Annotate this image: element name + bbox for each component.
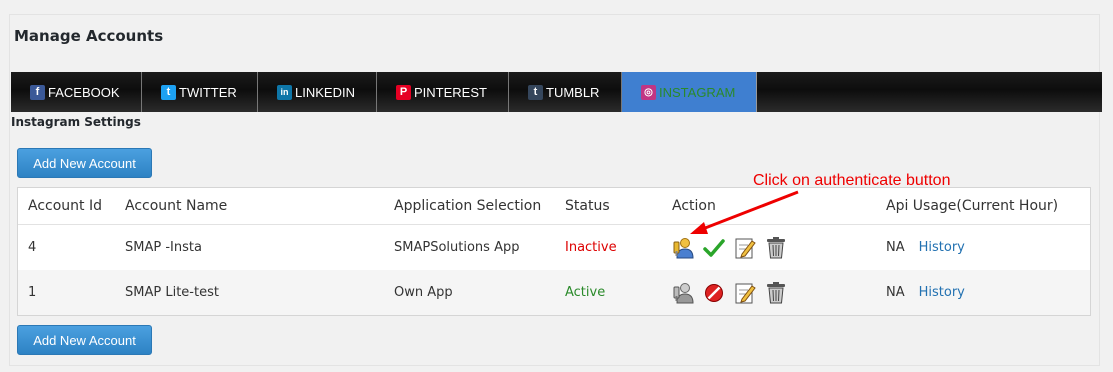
table-header: Account Id Account Name Application Sele…: [18, 188, 1090, 225]
action-icons: [672, 281, 796, 305]
tab-linkedin[interactable]: in LINKEDIN: [258, 72, 377, 112]
linkedin-icon: in: [277, 84, 292, 100]
trash-icon[interactable]: [765, 281, 787, 305]
twitter-icon: t: [161, 84, 176, 100]
instagram-icon: ◎: [641, 84, 656, 100]
annotation-arrow: [690, 190, 799, 234]
tab-label: PINTEREST: [414, 84, 487, 100]
account-id: 4: [28, 240, 37, 255]
tab-facebook[interactable]: f FACEBOOK: [11, 72, 142, 112]
api-usage: NA History: [886, 240, 965, 255]
account-id: 1: [28, 285, 37, 300]
usage-value: NA: [886, 285, 905, 300]
tab-label: LINKEDIN: [295, 84, 355, 100]
tab-label: INSTAGRAM: [659, 84, 736, 100]
tab-label: TWITTER: [179, 84, 237, 100]
settings-title: Instagram Settings: [11, 115, 141, 129]
application-selection: Own App: [394, 285, 453, 300]
table-row: 4 SMAP -Insta SMAPSolutions App Inactive: [18, 225, 1090, 270]
tab-twitter[interactable]: t TWITTER: [142, 72, 258, 112]
facebook-icon: f: [30, 84, 45, 100]
edit-icon[interactable]: [734, 281, 756, 305]
tab-tumblr[interactable]: t TUMBLR: [509, 72, 622, 112]
tumblr-icon: t: [528, 84, 543, 100]
annotation-text: Click on authenticate button: [753, 172, 951, 189]
table-row: 1 SMAP Lite-test Own App Active NA Histo…: [18, 270, 1090, 315]
authenticate-icon[interactable]: [672, 281, 694, 305]
history-link[interactable]: History: [919, 240, 965, 255]
header-account-id: Account Id: [28, 198, 102, 214]
status-inactive: Inactive: [565, 240, 617, 255]
add-new-account-button-bottom[interactable]: Add New Account: [17, 325, 152, 355]
header-application-selection: Application Selection: [394, 198, 542, 214]
tab-pinterest[interactable]: P PINTEREST: [377, 72, 509, 112]
tab-bar: f FACEBOOK t TWITTER in LINKEDIN P PINTE…: [11, 72, 1102, 112]
add-new-account-button[interactable]: Add New Account: [17, 148, 152, 178]
deactivate-icon[interactable]: [703, 281, 725, 305]
api-usage: NA History: [886, 285, 965, 300]
account-name: SMAP Lite-test: [125, 285, 219, 300]
tab-label: FACEBOOK: [48, 84, 120, 100]
account-name: SMAP -Insta: [125, 240, 202, 255]
usage-value: NA: [886, 240, 905, 255]
header-status: Status: [565, 198, 610, 214]
page-title: Manage Accounts: [14, 27, 164, 45]
tab-label: TUMBLR: [546, 84, 600, 100]
status-active: Active: [565, 285, 606, 300]
pinterest-icon: P: [396, 84, 411, 100]
history-link[interactable]: History: [919, 285, 965, 300]
header-account-name: Account Name: [125, 198, 228, 214]
accounts-table: Account Id Account Name Application Sele…: [17, 187, 1091, 316]
tab-instagram[interactable]: ◎ INSTAGRAM: [622, 72, 757, 112]
application-selection: SMAPSolutions App: [394, 240, 520, 255]
header-api-usage: Api Usage(Current Hour): [886, 198, 1059, 214]
